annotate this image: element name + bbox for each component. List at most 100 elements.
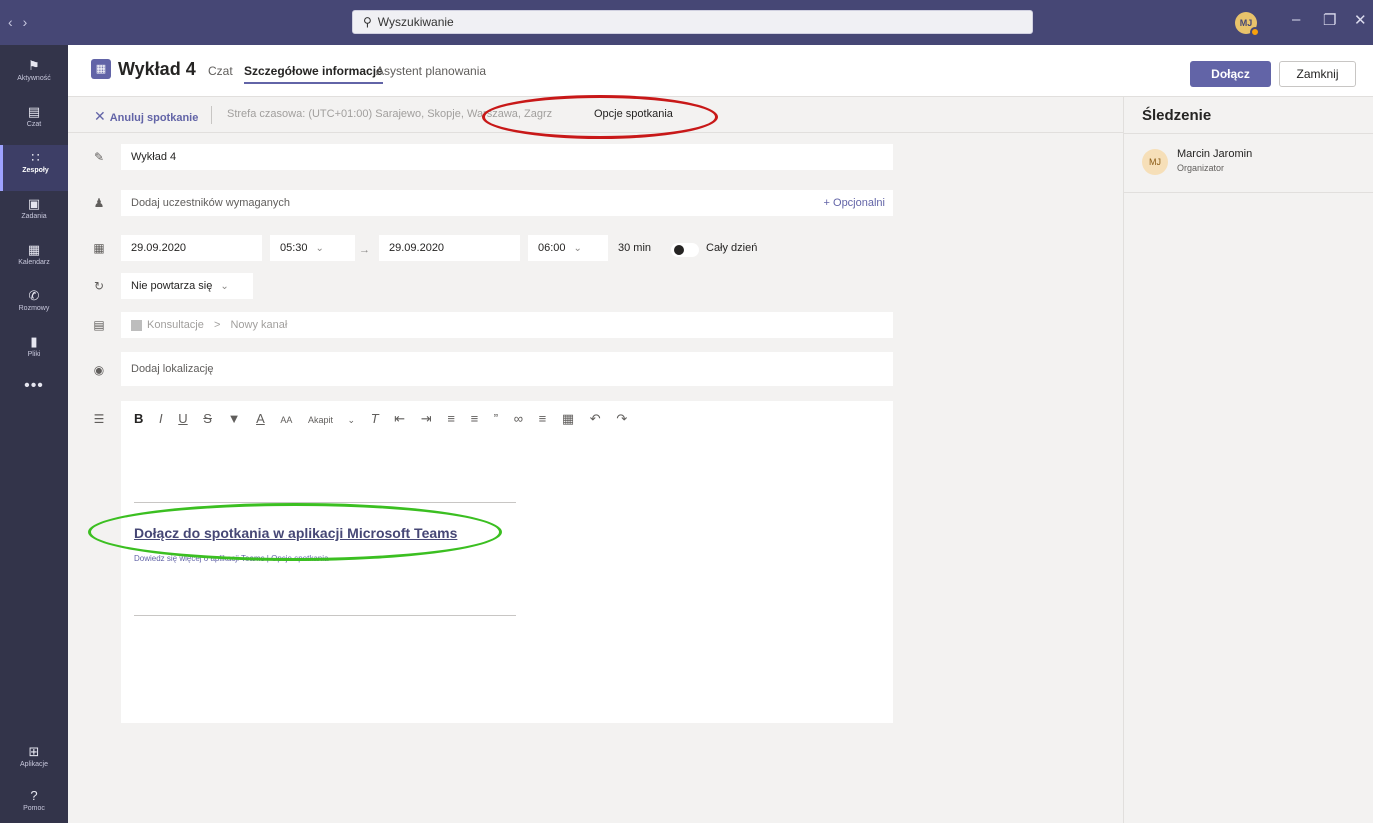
italic-icon[interactable]: I	[159, 411, 163, 426]
details-icon: ☰	[93, 412, 105, 426]
more-apps-icon[interactable]: •••	[0, 377, 68, 395]
organizer-name: Marcin Jaromin	[1177, 148, 1253, 160]
align-icon[interactable]: ≡	[539, 411, 547, 426]
search-icon: ⚲	[363, 15, 372, 29]
close-window-icon[interactable]: ✕	[1354, 11, 1367, 29]
arrow-right-icon: →	[359, 244, 370, 256]
search-placeholder: Wyszukiwanie	[377, 15, 454, 29]
channel-field[interactable]: Konsultacje > Nowy kanał	[121, 312, 893, 338]
start-time-select[interactable]: 05:30 ⌄	[270, 235, 355, 261]
status-icon	[1250, 27, 1260, 37]
divider	[1124, 192, 1373, 193]
tab-details[interactable]: Szczegółowe informacje	[244, 64, 383, 84]
all-day-toggle[interactable]	[671, 243, 699, 257]
calendar-icon: ▦	[27, 242, 41, 257]
rail-item-calls[interactable]: ✆ Rozmowy	[0, 283, 68, 329]
repeat-icon: ↻	[93, 279, 105, 293]
files-icon: ▮	[30, 334, 38, 349]
end-date-field[interactable]: 29.09.2020	[379, 235, 520, 261]
redo-icon[interactable]: ↷	[616, 411, 627, 427]
back-icon[interactable]: ‹	[8, 14, 23, 30]
minimize-icon[interactable]: –	[1292, 11, 1300, 28]
close-button[interactable]: Zamknij	[1279, 61, 1356, 87]
pencil-icon: ✎	[93, 150, 105, 164]
table-icon[interactable]: ▦	[562, 411, 574, 427]
clear-format-icon[interactable]: T	[371, 411, 379, 426]
add-person-icon: ♟	[93, 196, 105, 210]
paragraph-style-select[interactable]: Akapit ⌄	[308, 415, 355, 426]
channel-icon: ▤	[93, 318, 105, 332]
join-button[interactable]: Dołącz	[1190, 61, 1271, 87]
bullet-list-icon[interactable]: ≡	[447, 411, 455, 426]
underline-icon[interactable]: U	[178, 411, 187, 426]
repeat-select[interactable]: Nie powtarza się ⌄	[121, 273, 253, 299]
team-icon	[131, 319, 142, 331]
title-bar: ‹› ⚲ Wyszukiwanie MJ – ❐ ✕	[0, 0, 1373, 45]
chevron-right-icon: >	[213, 319, 221, 331]
bold-icon[interactable]: B	[134, 411, 143, 426]
user-avatar[interactable]: MJ	[1235, 12, 1260, 37]
close-icon: ✕	[94, 108, 106, 124]
bell-icon: ⚑	[28, 58, 40, 73]
optional-attendees-link[interactable]: + Opcjonalni	[824, 190, 885, 216]
teams-icon: ∷	[31, 150, 40, 165]
history-nav: ‹›	[8, 14, 37, 30]
end-time-select[interactable]: 06:00 ⌄	[528, 235, 608, 261]
search-input[interactable]: ⚲ Wyszukiwanie	[352, 10, 1033, 34]
indent-icon[interactable]: ⇥	[421, 411, 432, 427]
meeting-header: ▦ Wykład 4 Czat Szczegółowe informacje A…	[68, 45, 1373, 97]
highlight-ring-join-link	[88, 503, 502, 561]
duration-label: 30 min	[618, 242, 652, 254]
app-rail: ⚑ Aktywność ▤ Czat ∷ Zespoły ▣ Zadania ▦…	[0, 45, 68, 823]
attendees-field[interactable]: Dodaj uczestników wymaganych + Opcjonaln…	[121, 190, 893, 216]
toggle-knob	[674, 245, 684, 255]
link-icon[interactable]: ∞	[514, 411, 523, 426]
start-date-field[interactable]: 29.09.2020	[121, 235, 262, 261]
quote-icon[interactable]: ”	[494, 411, 498, 426]
rail-item-apps[interactable]: ⊞ Aplikacje	[0, 739, 68, 785]
rail-item-help[interactable]: ? Pomoc	[0, 783, 68, 823]
calendar-icon: ▦	[91, 59, 111, 79]
meeting-description-editor[interactable]: B I U S ▼ A AA Akapit ⌄ T ⇤ ⇥ ≡ ≡ ” ∞ ≡ …	[121, 401, 893, 723]
font-size-icon[interactable]: AA	[280, 415, 292, 425]
rail-item-chat[interactable]: ▤ Czat	[0, 99, 68, 145]
chevron-down-icon: ⌄	[315, 243, 324, 254]
divider	[134, 615, 516, 616]
cancel-meeting-button[interactable]: ✕ Anuluj spotkanie	[94, 108, 198, 125]
rail-item-teams[interactable]: ∷ Zespoły	[0, 145, 68, 191]
highlight-ring-options	[482, 95, 718, 139]
chevron-down-icon: ⌄	[573, 243, 582, 254]
divider	[211, 106, 212, 124]
strikethrough-icon[interactable]: S	[203, 411, 212, 426]
tab-chat[interactable]: Czat	[208, 64, 233, 78]
tab-scheduling-assistant[interactable]: Asystent planowania	[376, 64, 486, 78]
title-field[interactable]: Wykład 4	[121, 144, 893, 170]
chevron-down-icon: ⌄	[220, 281, 229, 292]
forward-icon[interactable]: ›	[23, 14, 38, 30]
apps-icon: ⊞	[28, 744, 40, 759]
numbered-list-icon[interactable]: ≡	[471, 411, 479, 426]
all-day-label: Cały dzień	[706, 242, 758, 254]
organizer-role: Organizator	[1177, 163, 1225, 173]
help-icon: ?	[30, 788, 38, 803]
page-title: Wykład 4	[118, 59, 196, 79]
rail-item-calendar[interactable]: ▦ Kalendarz	[0, 237, 68, 283]
font-color-icon[interactable]: A	[256, 411, 265, 426]
calendar-icon: ▦	[93, 241, 105, 255]
location-field[interactable]: Dodaj lokalizację	[121, 352, 893, 386]
outdent-icon[interactable]: ⇤	[394, 411, 405, 427]
undo-icon[interactable]: ↶	[590, 411, 601, 427]
highlight-icon[interactable]: ▼	[228, 411, 241, 426]
location-icon: ◉	[93, 363, 105, 377]
divider	[1124, 133, 1373, 134]
chat-icon: ▤	[27, 104, 41, 119]
avatar: MJ	[1142, 149, 1168, 175]
rail-item-files[interactable]: ▮ Pliki	[0, 329, 68, 375]
maximize-icon[interactable]: ❐	[1323, 11, 1336, 29]
phone-icon: ✆	[28, 288, 40, 303]
assignments-icon: ▣	[27, 196, 41, 211]
tracking-panel: Śledzenie MJ Marcin Jaromin Organizator	[1123, 97, 1373, 823]
rail-item-assignments[interactable]: ▣ Zadania	[0, 191, 68, 237]
format-toolbar: B I U S ▼ A AA Akapit ⌄ T ⇤ ⇥ ≡ ≡ ” ∞ ≡ …	[134, 411, 639, 427]
rail-item-activity[interactable]: ⚑ Aktywność	[0, 53, 68, 99]
